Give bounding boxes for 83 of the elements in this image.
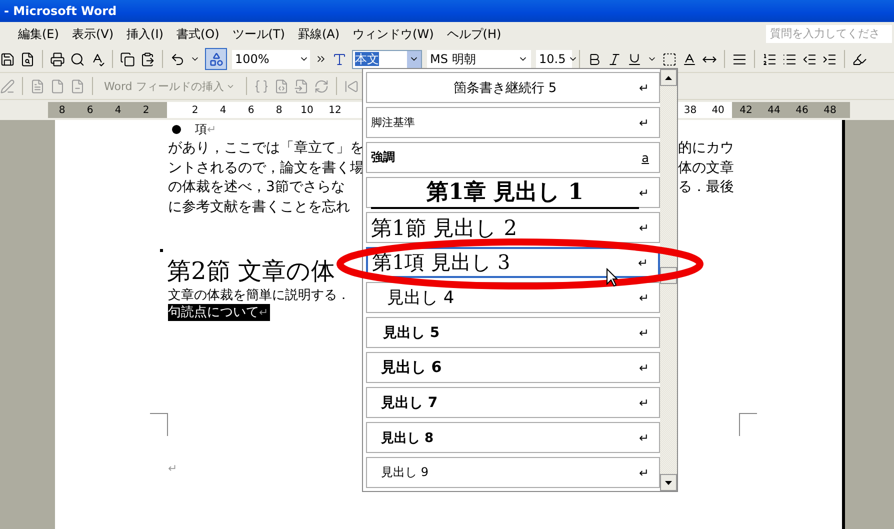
- drawing-button[interactable]: [205, 48, 227, 70]
- style-item[interactable]: 第1節 見出し 2 ↵: [366, 212, 660, 243]
- style-item[interactable]: 見出し 6 ↵: [366, 352, 660, 383]
- save-icon[interactable]: [0, 52, 15, 66]
- print-preview-icon[interactable]: [20, 52, 35, 66]
- menu-item[interactable]: 罫線(A): [298, 26, 340, 42]
- ruler-number: 4: [218, 104, 228, 116]
- zoom-field[interactable]: 100%: [232, 50, 310, 68]
- ruler-number: 48: [822, 104, 838, 116]
- ruler-number: 46: [794, 104, 810, 116]
- menu-item[interactable]: ウィンドウ(W): [352, 26, 434, 42]
- scroll-up-button[interactable]: [660, 69, 677, 86]
- menu-item[interactable]: 編集(E): [18, 26, 59, 42]
- window-title: - Microsoft Word: [4, 4, 117, 18]
- menu-item[interactable]: ヘルプ(H): [446, 26, 502, 42]
- ruler-number: 10: [300, 104, 314, 116]
- ruler-number: 8: [274, 104, 284, 116]
- shapes-icon: [208, 52, 224, 66]
- printer-icon[interactable]: [50, 52, 65, 66]
- paragraph-text: があり，ここでは「章立て」を: [168, 139, 364, 158]
- paragraph-text: 体の文章: [678, 158, 734, 178]
- style-field[interactable]: 本文: [352, 50, 422, 68]
- justify-icon[interactable]: [732, 52, 747, 66]
- numbered-list-icon[interactable]: [762, 52, 777, 66]
- italic-icon[interactable]: [607, 52, 622, 66]
- crop-mark: [150, 413, 168, 436]
- style-item[interactable]: 強調 a: [366, 142, 660, 173]
- style-item[interactable]: 第1章 見出し 1 ↵: [366, 177, 660, 208]
- ruler-number: 8: [58, 104, 66, 116]
- ruler-number: 6: [86, 104, 94, 116]
- underline-icon[interactable]: [627, 52, 642, 66]
- magnifier-icon[interactable]: [70, 52, 85, 66]
- merge-field-icon[interactable]: [254, 78, 269, 94]
- overflow-icon[interactable]: [315, 53, 327, 65]
- mouse-pointer-icon: [606, 268, 618, 287]
- menu-item[interactable]: 書式(O): [176, 26, 220, 42]
- bullet-icon: [172, 125, 181, 134]
- font-field[interactable]: MS 明朝: [427, 50, 531, 68]
- field-code-icon[interactable]: [274, 78, 289, 94]
- bullet-list-icon[interactable]: [782, 52, 797, 66]
- body-text: 文章の体裁を簡単に説明する．: [168, 287, 350, 304]
- ruler-number: 2: [142, 104, 150, 116]
- character-shading-icon[interactable]: [682, 52, 697, 66]
- paste-icon[interactable]: [140, 52, 155, 66]
- paragraph-text: の体裁を述べ，3節でさらな: [168, 178, 345, 197]
- menu-item[interactable]: ツール(T): [232, 26, 285, 42]
- ruler-number: 6: [246, 104, 256, 116]
- style-item[interactable]: 脚注基準 ↵: [366, 107, 660, 138]
- style-item[interactable]: 第1項 見出し 3 ↵: [366, 247, 660, 278]
- menu-item[interactable]: 挿入(I): [126, 26, 164, 42]
- paragraph-marker-icon: [160, 249, 163, 252]
- style-item[interactable]: 箇条書き継続行 5 ↵: [366, 72, 660, 103]
- ruler-number: 2: [190, 104, 200, 116]
- ruler-number: 42: [738, 104, 754, 116]
- selected-text: 句読点について↵: [168, 304, 270, 321]
- highlighter-icon[interactable]: [852, 52, 867, 66]
- bullet-text: 項↵: [195, 121, 216, 138]
- character-border-icon[interactable]: [662, 52, 677, 66]
- scroll-down-button[interactable]: [660, 474, 677, 491]
- style-item[interactable]: 見出し 8 ↵: [366, 422, 660, 453]
- paragraph-mark: ↵: [168, 462, 178, 475]
- paragraph-text: る．最後: [678, 178, 734, 197]
- section-heading: 第2節 文章の体: [167, 256, 335, 287]
- paragraph-text: に参考文献を書くことを忘れ: [168, 198, 350, 216]
- up-arrow-icon: [665, 76, 672, 80]
- menu-item[interactable]: 表示(V): [72, 26, 114, 42]
- ruler-number: 4: [114, 104, 122, 116]
- style-item[interactable]: 見出し 7 ↵: [366, 387, 660, 418]
- ruler-number: 40: [710, 104, 726, 116]
- ruler-number: 12: [328, 104, 342, 116]
- style-item[interactable]: 見出し 9 ↵: [366, 457, 660, 488]
- paragraph-text: 的にカウ: [678, 139, 734, 158]
- ruler-number: 44: [766, 104, 782, 116]
- undo-icon[interactable]: [170, 52, 185, 66]
- help-search-field[interactable]: 質問を入力してくださ: [766, 25, 892, 43]
- increase-indent-icon[interactable]: [822, 52, 837, 66]
- crop-mark: [739, 413, 757, 436]
- copy-icon[interactable]: [120, 52, 135, 66]
- styles-icon[interactable]: [332, 52, 347, 66]
- ruler-number: 38: [682, 104, 698, 116]
- down-arrow-icon: [665, 480, 672, 484]
- style-item[interactable]: 見出し 5 ↵: [366, 317, 660, 348]
- decrease-indent-icon[interactable]: [802, 52, 817, 66]
